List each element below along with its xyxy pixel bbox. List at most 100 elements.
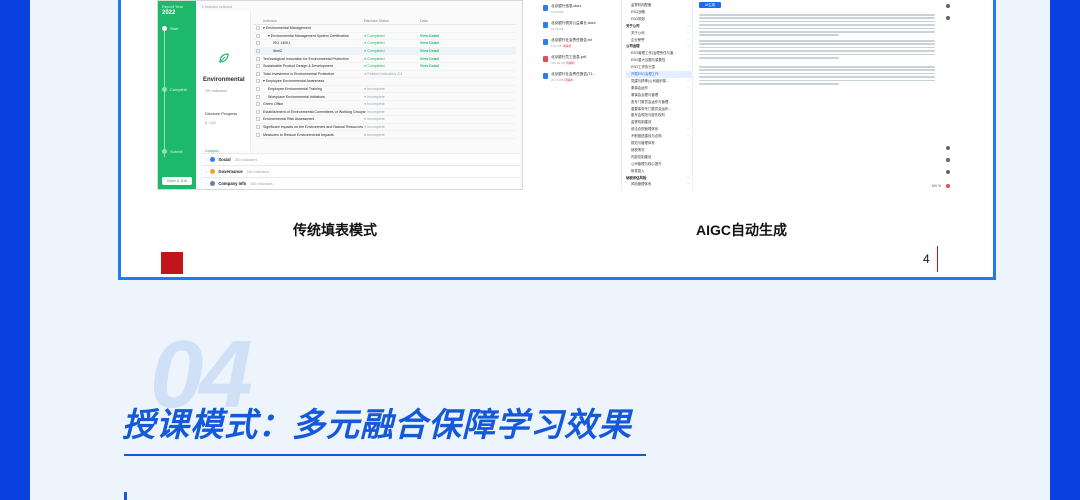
category-indicator-count: 200 Indicators [205,89,227,93]
row-checkbox[interactable] [256,79,260,84]
outline-label: 公司管理与核心提升 [631,161,662,166]
file-item[interactable]: 北京银行社会责任报告.txt 5.91 KB 待解析 [543,38,611,52]
table-row[interactable]: ▾ Employee Environmental Awareness [254,78,516,86]
disclose-status: ● Incomplete [364,117,385,122]
traditional-form-screenshot: Report Year 2022 Start Complete Submit S… [157,0,523,190]
file-name: 北京银行信息.docx [551,4,582,8]
chevron-right-icon: › [206,169,208,174]
file-meta: 20.71 KB 待解析 [551,78,573,82]
file-size: 5.91 KB [551,44,562,48]
table-row[interactable]: ISO 14001 ● Completed View Detail [254,40,516,48]
row-checkbox[interactable] [256,125,260,130]
file-size: 15.28 KB [551,27,564,31]
zoom-level[interactable]: 100 % [931,184,941,188]
disclose-status: ● Completed [364,49,385,54]
view-detail-link[interactable]: View Detail [420,34,439,38]
view-detail-link[interactable]: View Detail [420,49,439,53]
outline-label: 开展ESG治理工作 [631,72,659,76]
table-row[interactable]: Item2 ● Completed View Detail [254,47,516,56]
table-row[interactable]: ▾ Environmental Management [254,25,516,33]
row-checkbox[interactable] [256,64,260,69]
document-icon [543,5,548,11]
document-text-line [699,53,935,56]
row-checkbox[interactable] [256,33,260,38]
file-item[interactable]: 北京银行税务公益事业.docx 15.28 KB [543,21,611,35]
row-checkbox[interactable] [256,49,260,54]
outline-label: 企业荣誉 [631,37,645,42]
row-checkbox[interactable] [256,102,260,107]
file-meta: 10.28 KB [551,10,563,14]
table-row[interactable]: Total Investment in Environmental Protec… [254,71,516,79]
row-checkbox[interactable] [256,56,260,61]
step-dot [162,26,167,31]
table-header: Indicator Disclose Status Data [254,17,516,25]
disclose-status: ● Incomplete [364,102,385,107]
page-divider [937,246,938,272]
row-checkbox[interactable] [256,94,260,99]
row-checkbox[interactable] [256,26,260,31]
outline-label: 重要事务专门委员会运作... [631,106,672,111]
view-detail-link[interactable]: View Detail [420,57,439,61]
file-item[interactable]: 北京银行员工信息.pdf 416.00 KB 待解析 [543,55,611,69]
file-item[interactable]: 北京银行社会责任报告(T1... 20.71 KB 待解析 [543,72,611,86]
table-row[interactable]: Employee Environmental Training ● Incompl… [254,86,516,94]
row-checkbox[interactable] [256,41,260,46]
toolbar-icon[interactable] [946,158,950,162]
category-icon [210,169,216,174]
category-row[interactable]: › Governance 150 Indicators [202,165,520,177]
table-row[interactable]: Environmental Risk Assessment ● Incomplet… [254,116,516,124]
table-row[interactable]: Technological Innovation for Environment… [254,55,516,63]
indicator-name: Measures to Reduce Environmental Impacts [263,132,334,137]
outline-label: 监督机制建设 [631,120,652,125]
category-icon [210,181,216,186]
category-row[interactable]: › Social 200 Indicators [202,153,520,165]
category-row[interactable]: › Company Info 150 Indicators [202,177,520,189]
table-row[interactable]: Establishment of Environmental Committee… [254,109,516,117]
document-text-line [699,14,935,16]
indicator-name: Green Office [263,102,284,107]
table-row[interactable]: Green Office ● Incomplete [254,101,516,109]
view-detail-link[interactable]: View Detail [420,64,439,68]
ai-generate-button[interactable]: AI生成 [699,2,721,8]
toolbar-icon[interactable] [946,4,950,8]
indicator-name: Item2 [273,49,282,54]
toolbar-icon[interactable] [946,170,950,174]
row-checkbox[interactable] [256,109,260,114]
table-row[interactable]: Sustainable Product Design & Development… [254,63,516,71]
indicator-name: Total Investment in Environmental Protec… [263,71,335,76]
document-icon [543,73,548,79]
toolbar-icon[interactable] [946,184,950,188]
step-label: Submit [170,149,183,154]
more-icon[interactable]: ··· [687,181,690,188]
document-text-line [699,46,935,49]
disclose-status: ● Incomplete [364,87,385,92]
file-item[interactable]: 北京银行信息.docx 10.28 KB [543,4,611,18]
outline-label: 董事会治理与管理 [631,92,659,97]
outline-label: 股东会规范与股东权利 [631,113,665,118]
aigc-screenshot: 北京银行信息.docx 10.28 KB 北京银行税务公益事业.docx 15.28 … [541,0,961,190]
disclose-status: ● Completed [364,56,385,61]
toolbar-icon[interactable] [946,16,950,20]
indicator-name: Employee Environmental Training [268,87,322,92]
table-row[interactable]: ▾ Environmental Management System Certif… [254,33,516,41]
outline-label: 监督机构配备 [631,3,652,7]
toolbar-icon[interactable] [946,146,950,150]
row-checkbox[interactable] [256,87,260,92]
table-row[interactable]: Significant Impacts on the Environment a… [254,124,516,132]
indicator-name: Significant Impacts on the Environment a… [263,125,364,130]
file-size: 10.28 KB [551,10,564,14]
table-row[interactable]: Workplace Environmental Initiatives ● Inc… [254,93,516,101]
doc-toolbar [943,0,953,190]
row-checkbox[interactable] [256,71,260,76]
save-exit-button[interactable]: Save & Exit [162,177,192,185]
step-label: Complete [170,87,188,92]
row-checkbox[interactable] [256,132,260,137]
view-detail-link[interactable]: View Detail [420,41,439,45]
row-checkbox[interactable] [256,117,260,122]
outline-label: ESG管理工作(治理责任与道... [631,51,677,56]
document-text-line [699,31,935,33]
disclose-status: ● Related Indicators 2/4 [364,71,403,76]
indicator-name: Workplace Environmental Initiatives [268,94,325,99]
outline-item[interactable]: 风险管理体系 ··· [626,181,692,188]
table-row[interactable]: Measures to Reduce Environmental Impacts… [254,131,516,139]
